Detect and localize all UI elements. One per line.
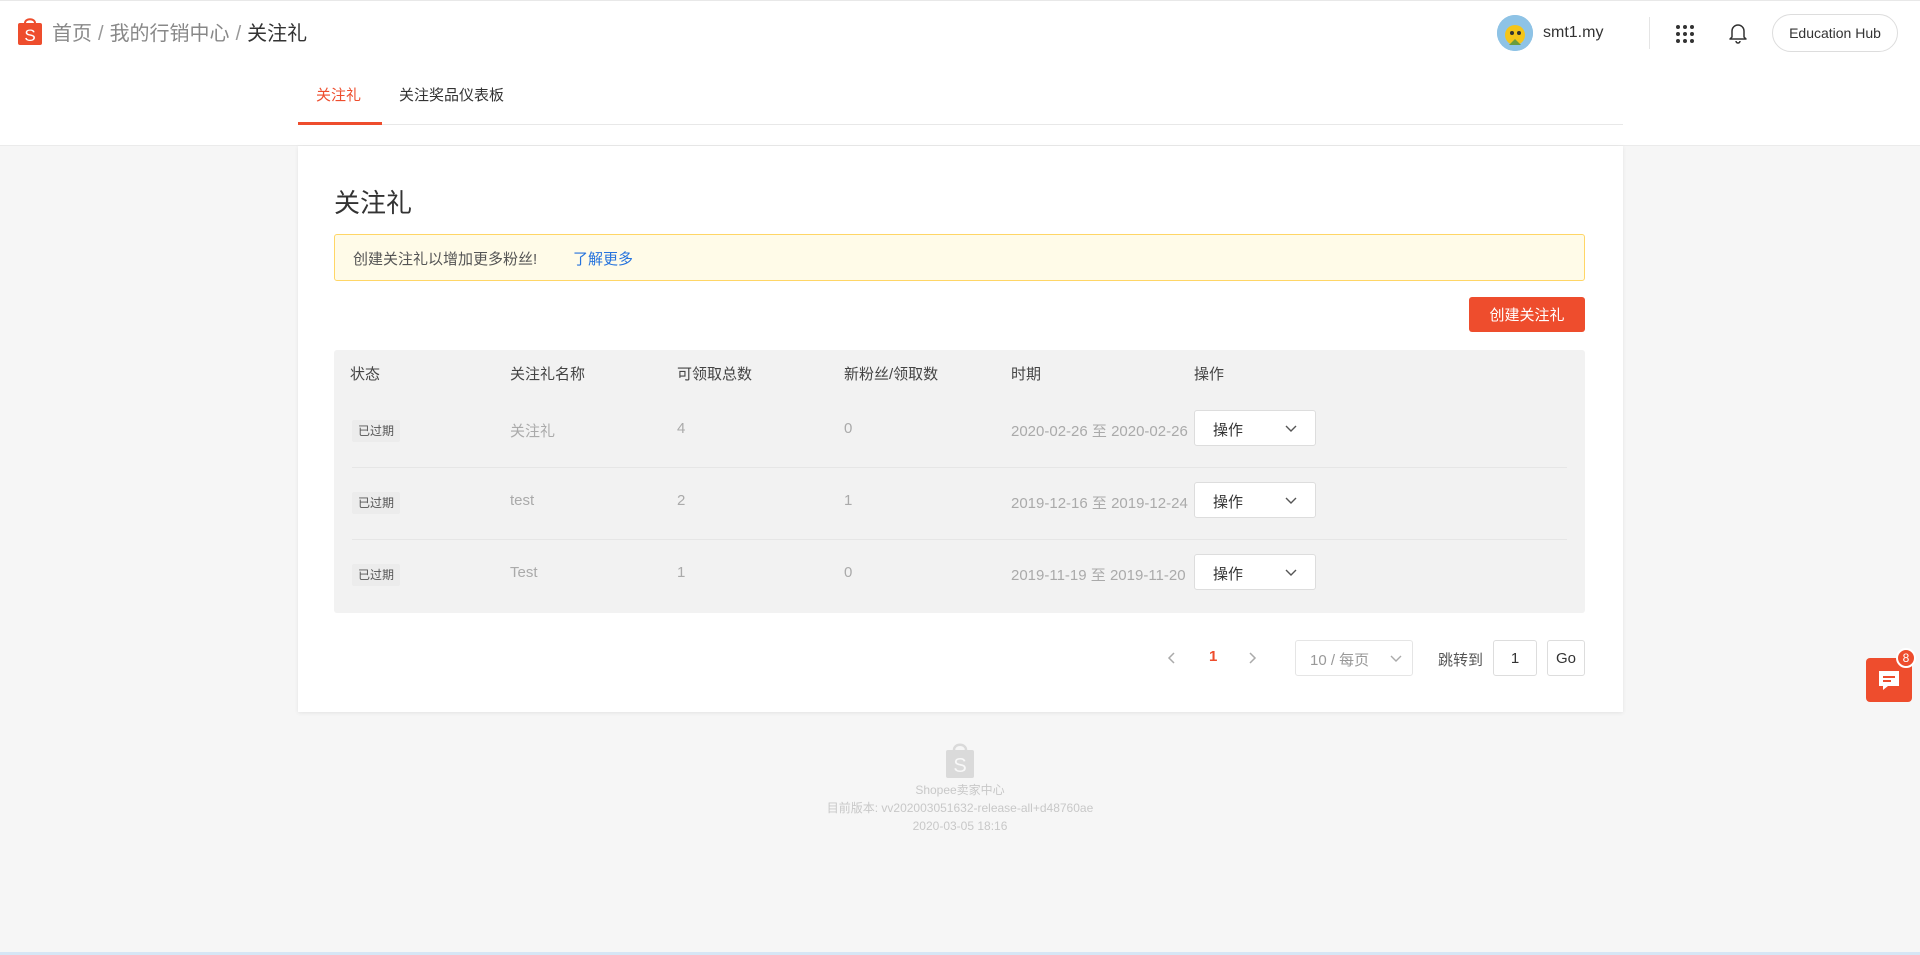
chevron-down-icon — [1285, 569, 1297, 576]
user-menu[interactable]: smt1.my — [1497, 15, 1603, 51]
tab-divider — [298, 124, 1623, 125]
follow-prize-table: 状态 关注礼名称 可领取总数 新粉丝/领取数 时期 操作 已过期 关注礼 4 0… — [334, 350, 1585, 613]
total-claimable: 1 — [677, 564, 686, 581]
chevron-down-icon — [1285, 497, 1297, 504]
new-fans-claims: 0 — [844, 420, 853, 437]
breadcrumb-separator: / — [98, 23, 104, 45]
action-dropdown-label: 操作 — [1213, 494, 1244, 511]
action-dropdown-label: 操作 — [1213, 422, 1244, 439]
education-hub-button[interactable]: Education Hub — [1772, 14, 1898, 52]
footer-date: 2020-03-05 18:16 — [912, 819, 1008, 833]
status-badge: 已过期 — [352, 564, 401, 586]
table-row: 已过期 Test 1 0 2019-11-19 至 2019-11-20 操作 — [352, 540, 1567, 612]
table-row: 已过期 test 2 1 2019-12-16 至 2019-12-24 操作 — [352, 468, 1567, 540]
column-header-total: 可领取总数 — [677, 366, 753, 383]
info-notice: 创建关注礼以增加更多粉丝! 了解更多 — [334, 234, 1585, 281]
notice-text: 创建关注礼以增加更多粉丝! — [353, 251, 538, 268]
footer-version: 目前版本: vv202003051632-release-all+d48760a… — [826, 801, 1094, 815]
top-header: S 首页 / 我的行销中心 / 关注礼 smt1.my Education Hub — [0, 0, 1920, 64]
page-size-label: 10 / 每页 — [1310, 652, 1370, 669]
svg-text:S: S — [24, 26, 35, 45]
column-header-status: 状态 — [350, 366, 381, 383]
action-dropdown-label: 操作 — [1213, 566, 1244, 583]
chat-unread-badge: 8 — [1896, 648, 1916, 668]
breadcrumb-current: 关注礼 — [247, 23, 308, 45]
breadcrumb: 首页 / 我的行销中心 / 关注礼 — [52, 21, 307, 47]
svg-text:S: S — [953, 755, 966, 777]
breadcrumb-home[interactable]: 首页 — [52, 23, 92, 45]
status-badge: 已过期 — [352, 420, 401, 442]
page-number-current[interactable]: 1 — [1209, 648, 1217, 665]
tab-bar: 关注礼 关注奖品仪表板 — [0, 64, 1920, 146]
action-dropdown[interactable]: 操作 — [1194, 482, 1316, 518]
period: 2020-02-26 至 2020-02-26 — [1011, 423, 1188, 440]
tab-follow-prize[interactable]: 关注礼 — [316, 86, 361, 106]
chevron-down-icon — [1285, 425, 1297, 432]
tab-follow-prize-dashboard[interactable]: 关注奖品仪表板 — [399, 86, 504, 106]
username: smt1.my — [1543, 24, 1604, 41]
chevron-down-icon — [1390, 655, 1402, 662]
active-tab-indicator — [298, 122, 382, 125]
prize-name: Test — [510, 564, 538, 581]
bell-icon[interactable] — [1728, 22, 1748, 44]
avatar — [1497, 15, 1533, 51]
previous-page-icon[interactable] — [1164, 650, 1180, 666]
action-dropdown[interactable]: 操作 — [1194, 554, 1316, 590]
new-fans-claims: 0 — [844, 564, 853, 581]
prize-name: 关注礼 — [510, 423, 556, 440]
action-dropdown[interactable]: 操作 — [1194, 410, 1316, 446]
apps-grid-icon[interactable] — [1675, 24, 1695, 44]
total-claimable: 2 — [677, 492, 686, 509]
period: 2019-11-19 至 2019-11-20 — [1011, 567, 1186, 584]
next-page-icon[interactable] — [1244, 650, 1260, 666]
footer-name: Shopee卖家中心 — [915, 783, 1005, 797]
learn-more-link[interactable]: 了解更多 — [573, 248, 633, 269]
footer-logo-icon: S — [946, 743, 974, 778]
prize-name: test — [510, 492, 535, 509]
go-button[interactable]: Go — [1547, 640, 1585, 676]
new-fans-claims: 1 — [844, 492, 853, 509]
main-card: 关注礼 创建关注礼以增加更多粉丝! 了解更多 创建关注礼 状态 关注礼名称 可领… — [298, 146, 1623, 712]
header-divider — [1649, 17, 1650, 49]
table-row: 已过期 关注礼 4 0 2020-02-26 至 2020-02-26 操作 — [352, 396, 1567, 468]
period: 2019-12-16 至 2019-12-24 — [1011, 495, 1188, 512]
jump-to-page-input[interactable] — [1493, 640, 1537, 676]
table-header: 状态 关注礼名称 可领取总数 新粉丝/领取数 时期 操作 — [334, 350, 1585, 396]
jump-to-label: 跳转到 — [1438, 652, 1484, 669]
breadcrumb-marketing-centre[interactable]: 我的行销中心 — [110, 23, 230, 45]
column-header-fans: 新粉丝/领取数 — [844, 366, 939, 383]
column-header-period: 时期 — [1011, 366, 1042, 383]
page-size-select[interactable]: 10 / 每页 — [1295, 640, 1413, 676]
column-header-action: 操作 — [1194, 366, 1225, 383]
page-title: 关注礼 — [334, 188, 413, 218]
shopee-logo-icon[interactable]: S — [17, 15, 43, 47]
status-badge: 已过期 — [352, 492, 401, 514]
column-header-name: 关注礼名称 — [510, 366, 586, 383]
breadcrumb-separator: / — [235, 23, 242, 45]
total-claimable: 4 — [677, 420, 686, 437]
create-follow-prize-button[interactable]: 创建关注礼 — [1469, 297, 1585, 332]
